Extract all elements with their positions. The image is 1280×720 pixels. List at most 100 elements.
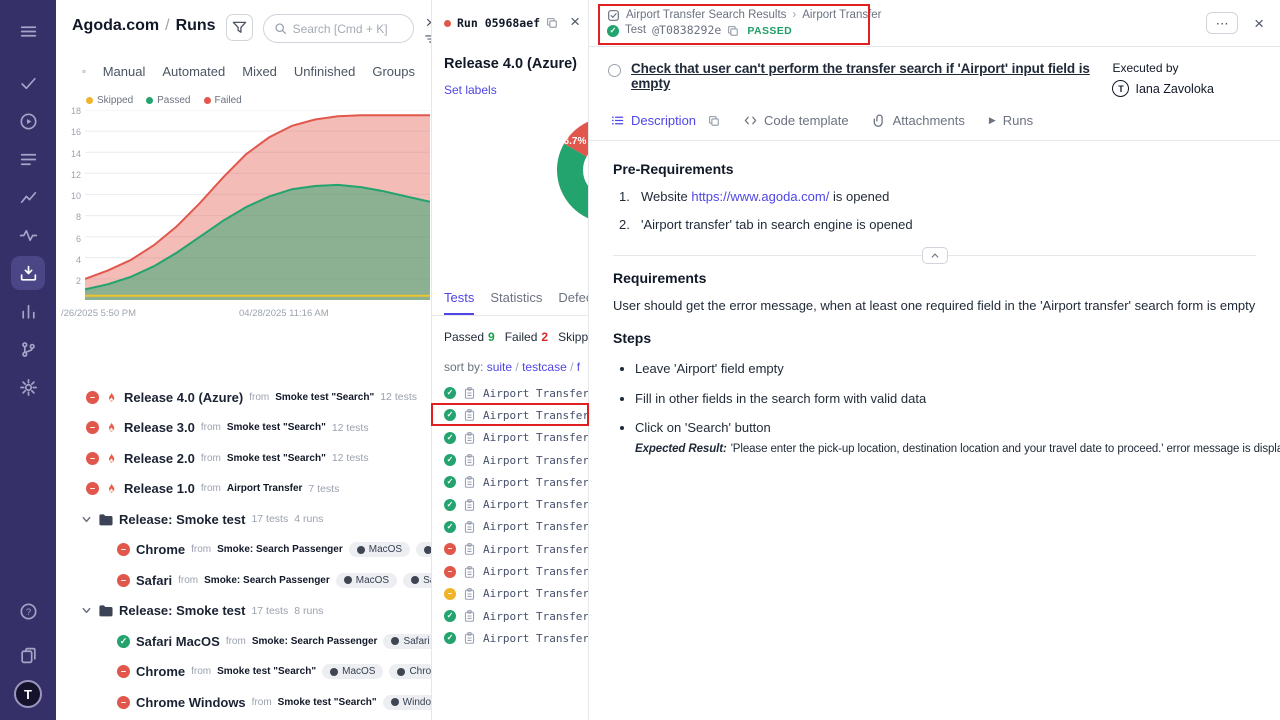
run-name[interactable]: Chrome (136, 542, 185, 557)
x-axis-label-start: /26/2025 5:50 PM (61, 308, 136, 319)
filter-funnel-button[interactable] (226, 14, 253, 41)
executed-by-name: Iana Zavoloka (1135, 82, 1214, 96)
test-list-item[interactable]: Airport Transfer (432, 404, 588, 426)
tab-runs[interactable]: ▶ Runs (989, 113, 1033, 128)
test-list-item[interactable]: Airport Transfer (432, 471, 588, 493)
runs-filter-tab[interactable]: Mixed (242, 64, 277, 79)
filter-lines-icon[interactable] (424, 32, 432, 46)
run-list-item[interactable]: Chrome from Smoke test "Search" MacOS Ch… (56, 657, 431, 688)
test-status-icon (444, 543, 456, 555)
test-list-item[interactable]: Airport Transfer (432, 493, 588, 515)
folder-icon (98, 512, 113, 527)
run-list-item[interactable]: Release: Smoke test 17 tests 8 runs (56, 596, 431, 627)
test-list-item[interactable]: Airport Transfer (432, 583, 588, 605)
sort-option-link[interactable]: testcase (512, 360, 567, 374)
reports-icon[interactable] (11, 294, 45, 328)
runs-filter-tab[interactable]: Manual (103, 64, 146, 79)
runs-filter-tab[interactable]: Automated (162, 64, 225, 79)
tab-attachments[interactable]: Attachments (873, 113, 965, 128)
run-list-item[interactable]: Chrome Windows from Smoke test "Search" … (56, 687, 431, 718)
legend-item: Skipped (86, 95, 133, 106)
docs-icon[interactable] (11, 638, 45, 672)
test-name: Airport Transfer (483, 476, 588, 489)
test-list-item[interactable]: Airport Transfer (432, 538, 588, 560)
env-badge-label: MacOS (356, 575, 389, 586)
pulse-icon[interactable] (11, 218, 45, 252)
test-queue-icon[interactable] (11, 142, 45, 176)
select-all-icon[interactable] (82, 64, 86, 79)
test-list-item[interactable]: Airport Transfer (432, 560, 588, 582)
test-list-item[interactable]: Airport Transfer (432, 605, 588, 627)
test-list-item[interactable]: Airport Transfer (432, 627, 588, 649)
search-input[interactable] (293, 22, 403, 36)
run-list-item[interactable]: Release 1.0 from Airport Transfer 7 test… (56, 474, 431, 505)
close-test-icon[interactable]: × (1254, 15, 1264, 32)
run-from-label: from (201, 422, 221, 433)
branches-icon[interactable] (11, 332, 45, 366)
step-text: Leave 'Airport' field empty (635, 361, 784, 376)
external-link[interactable]: https://www.agoda.com/ (691, 189, 829, 204)
test-list-item[interactable]: Airport Transfer (432, 516, 588, 538)
tab-description[interactable]: Description (611, 113, 696, 128)
project-name[interactable]: Agoda.com (72, 17, 159, 35)
env-badge: MacOS (322, 664, 383, 679)
runs-filter-tab[interactable]: Unfinished (294, 64, 355, 79)
runs-inbox-icon[interactable] (11, 256, 45, 290)
area-chart-svg (85, 110, 430, 300)
more-actions-button[interactable]: ⋯ (1206, 12, 1238, 34)
run-list-item[interactable]: Safari from Smoke: Search Passenger MacO… (56, 565, 431, 596)
profile-avatar[interactable]: T (14, 680, 42, 708)
settings-gear-icon[interactable] (11, 370, 45, 404)
chevron-down-icon[interactable] (81, 605, 92, 616)
run-detail-tab[interactable]: Statistics (490, 290, 542, 315)
run-list-item[interactable]: Safari MacOS from Smoke: Search Passenge… (56, 626, 431, 657)
collapse-section-button[interactable] (922, 247, 948, 264)
tab-code-template[interactable]: Code template (744, 113, 849, 128)
run-name[interactable]: Release 2.0 (124, 451, 195, 466)
chevron-down-icon[interactable] (81, 514, 92, 525)
menu-icon[interactable] (11, 14, 45, 48)
run-list-item[interactable]: Release 3.0 from Smoke test "Search" 12 … (56, 413, 431, 444)
run-source: Smoke: Search Passenger (204, 575, 330, 586)
test-title[interactable]: Check that user can't perform the transf… (631, 61, 1112, 91)
run-name[interactable]: Safari (136, 573, 172, 588)
run-name[interactable]: Release 3.0 (124, 420, 195, 435)
run-detail-tab[interactable]: Tests (444, 290, 474, 315)
run-list-item[interactable]: Release 2.0 from Smoke test "Search" 12 … (56, 443, 431, 474)
run-name[interactable]: Chrome (136, 664, 185, 679)
test-list-item[interactable]: Airport Transfer (432, 382, 588, 404)
analytics-icon[interactable] (11, 180, 45, 214)
sort-option-link[interactable]: f (567, 360, 580, 374)
run-name[interactable]: Release: Smoke test (119, 512, 245, 527)
test-list-item[interactable]: Airport Transfer (432, 427, 588, 449)
search-box[interactable] (263, 14, 414, 43)
play-circle-icon[interactable] (11, 104, 45, 138)
run-name[interactable]: Release 4.0 (Azure) (124, 390, 243, 405)
test-name: Airport Transfer (483, 565, 588, 578)
run-list-item[interactable]: Release 4.0 (Azure) from Smoke test "Sea… (56, 382, 431, 413)
test-list-item[interactable]: Airport Transfer (432, 449, 588, 471)
checks-icon[interactable] (11, 66, 45, 100)
result-count-value: 2 (541, 330, 548, 344)
run-name[interactable]: Release 1.0 (124, 481, 195, 496)
copy-description-icon[interactable] (708, 115, 720, 127)
breadcrumb-parent[interactable]: Airport Transfer (802, 10, 881, 22)
run-list-item[interactable]: Release: Smoke test 17 tests 4 runs (56, 504, 431, 535)
runs-filter-tab[interactable]: Groups (372, 64, 415, 79)
help-icon[interactable]: ? (11, 594, 45, 628)
close-run-icon[interactable]: × (570, 13, 580, 30)
set-labels-link[interactable]: Set labels (444, 83, 497, 97)
env-badge: MacOS (336, 573, 397, 588)
run-name[interactable]: Safari MacOS (136, 634, 220, 649)
run-name[interactable]: Chrome Windows (136, 695, 246, 710)
breadcrumb-suite[interactable]: Airport Transfer Search Results (626, 10, 786, 22)
run-name[interactable]: Release: Smoke test (119, 603, 245, 618)
copy-icon[interactable] (546, 17, 558, 29)
test-status-icon (444, 521, 456, 533)
search-icon (274, 22, 287, 35)
run-detail-tab[interactable]: Defects (558, 290, 589, 315)
run-list-item[interactable]: Chrome from Smoke: Search Passenger MacO… (56, 535, 431, 566)
sort-option-link[interactable]: suite (487, 360, 512, 374)
copy-icon[interactable] (727, 25, 739, 37)
os-icon (397, 668, 405, 676)
